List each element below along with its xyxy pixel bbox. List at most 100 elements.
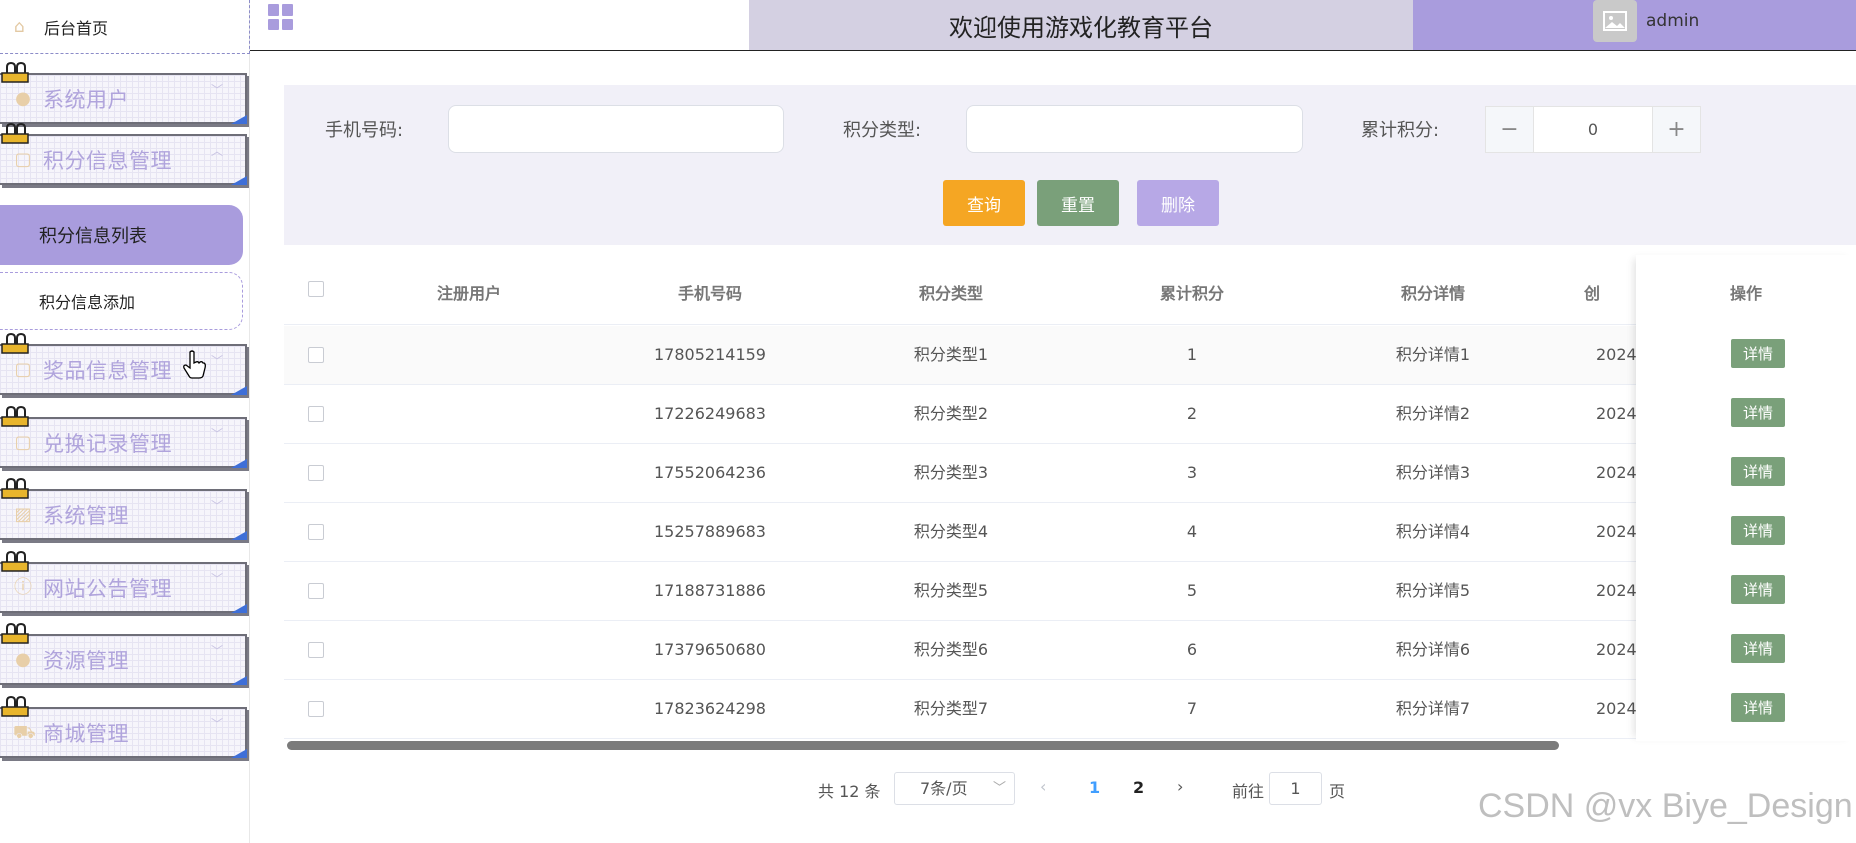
user-icon: ●	[15, 87, 31, 109]
corner-decoration	[231, 115, 247, 124]
menu-card[interactable]: ⓘ 网站公告管理 ﹀	[0, 562, 247, 613]
points-table: 注册用户 手机号码 积分类型 累计积分 积分详情 创 17805214159 积…	[284, 262, 1856, 742]
detail-button[interactable]: 详情	[1731, 457, 1785, 486]
detail-button[interactable]: 详情	[1731, 634, 1785, 663]
sidebar-group-prizes[interactable]: ▢ 奖品信息管理 ﹀	[0, 333, 248, 395]
image-placeholder-icon	[1603, 11, 1627, 31]
sidebar-group-resources[interactable]: ● 资源管理 ﹀	[0, 623, 248, 685]
menu-card[interactable]: ▢ 兑换记录管理 ﹀	[0, 417, 247, 468]
reset-button[interactable]: 重置	[1037, 180, 1119, 226]
type-input[interactable]	[966, 105, 1303, 153]
chevron-up-icon: ︿	[210, 144, 223, 158]
row-checkbox[interactable]	[308, 406, 324, 422]
user-menu[interactable]: admin	[1413, 0, 1856, 50]
phone-input[interactable]	[448, 105, 784, 153]
menu-toggle-icon[interactable]	[268, 4, 294, 30]
document-icon: ▢	[14, 431, 32, 453]
column-header: 累计积分	[1159, 284, 1224, 303]
page-title: 欢迎使用游戏化教育平台	[749, 0, 1413, 50]
row-checkbox[interactable]	[308, 524, 324, 540]
sidebar-group-label: 奖品信息管理	[43, 358, 172, 383]
corner-decoration	[231, 676, 247, 685]
username: admin	[1646, 11, 1700, 31]
sidebar-item-home[interactable]: ⌂ 后台首页	[0, 0, 250, 54]
table-row: 17226249683 积分类型2 2 积分详情2 2024-	[284, 385, 1856, 444]
cell-total: 2	[1186, 404, 1198, 423]
total-label: 累计积分:	[1361, 120, 1440, 141]
menu-card[interactable]: ● 资源管理 ﹀	[0, 634, 247, 685]
pagination: 共 12 条 7条/页 ﹀ ‹ 1 2 › 前往 1 页	[815, 770, 1375, 806]
cell-type: 积分类型6	[913, 640, 989, 659]
page-1[interactable]: 1	[1089, 778, 1100, 797]
cell-detail: 积分详情4	[1395, 522, 1471, 541]
cell-type: 积分类型5	[913, 581, 989, 600]
cell-detail: 积分详情6	[1395, 640, 1471, 659]
chevron-down-icon: ﹀	[992, 781, 1006, 796]
sidebar-group-system-users[interactable]: ● 系统用户 ﹀	[0, 62, 248, 124]
detail-button[interactable]: 详情	[1731, 398, 1785, 427]
sidebar-group-points[interactable]: ▢ 积分信息管理 ︿	[0, 123, 248, 185]
menu-card[interactable]: ● 系统用户 ﹀	[0, 73, 247, 124]
goto-page-input[interactable]: 1	[1269, 772, 1322, 805]
row-checkbox[interactable]	[308, 701, 324, 717]
page-unit-label: 页	[1329, 782, 1346, 801]
cell-user	[394, 680, 544, 738]
bulb-icon: ●	[15, 648, 31, 670]
detail-button[interactable]: 详情	[1731, 693, 1785, 722]
cell-type: 积分类型3	[913, 463, 989, 482]
cell-detail: 积分详情5	[1395, 581, 1471, 600]
sidebar-subitem-points-add[interactable]: 积分信息添加	[0, 272, 243, 330]
table-row: 15257889683 积分类型4 4 积分详情4 2024-	[284, 503, 1856, 562]
row-checkbox[interactable]	[308, 583, 324, 599]
menu-card[interactable]: ▢ 奖品信息管理 ﹀	[0, 344, 247, 395]
select-all-checkbox[interactable]	[308, 281, 324, 297]
image-icon: ▨	[14, 503, 32, 525]
cell-type: 积分类型4	[913, 522, 989, 541]
sidebar-group-notices[interactable]: ⓘ 网站公告管理 ﹀	[0, 551, 248, 613]
decrement-button[interactable]: −	[1486, 107, 1533, 152]
stepper-value[interactable]: 0	[1533, 107, 1653, 152]
cell-total: 3	[1186, 463, 1198, 482]
table-row: 17379650680 积分类型6 6 积分详情6 2024-	[284, 621, 1856, 680]
type-label: 积分类型:	[843, 120, 922, 141]
next-page-icon[interactable]: ›	[1177, 777, 1183, 796]
column-header-actions: 操作	[1729, 284, 1762, 303]
row-checkbox[interactable]	[308, 465, 324, 481]
query-button[interactable]: 查询	[943, 180, 1025, 226]
cell-total: 5	[1186, 581, 1198, 600]
binder-clip-icon	[1, 62, 29, 83]
binder-clip-icon	[1, 551, 29, 572]
page-size-select[interactable]: 7条/页 ﹀	[894, 772, 1015, 805]
cell-phone: 15257889683	[654, 522, 766, 541]
menu-card[interactable]: ⛟ 商城管理 ﹀	[0, 707, 247, 758]
chevron-down-icon: ﹀	[210, 354, 223, 368]
sidebar-subitem-points-list[interactable]: 积分信息列表	[0, 205, 243, 265]
prev-page-icon[interactable]: ‹	[1040, 777, 1046, 796]
cell-total: 7	[1186, 699, 1198, 718]
chevron-down-icon: ﹀	[210, 717, 223, 731]
detail-button[interactable]: 详情	[1731, 339, 1785, 368]
row-checkbox[interactable]	[308, 347, 324, 363]
sidebar-group-exchange[interactable]: ▢ 兑换记录管理 ﹀	[0, 406, 248, 468]
sidebar-group-label: 资源管理	[43, 648, 129, 673]
sidebar-group-shop[interactable]: ⛟ 商城管理 ﹀	[0, 696, 248, 758]
cell-user	[394, 562, 544, 620]
cell-user	[394, 444, 544, 502]
top-header: 欢迎使用游戏化教育平台 admin	[250, 0, 1856, 51]
row-checkbox[interactable]	[308, 642, 324, 658]
horizontal-scrollbar[interactable]	[287, 741, 1559, 750]
detail-button[interactable]: 详情	[1731, 516, 1785, 545]
actions-column: 操作 详情 详情 详情 详情 详情 详情 详情	[1636, 255, 1856, 741]
menu-card[interactable]: ▢ 积分信息管理 ︿	[0, 134, 247, 185]
avatar[interactable]	[1593, 0, 1637, 42]
delete-button[interactable]: 删除	[1137, 180, 1219, 226]
increment-button[interactable]: +	[1653, 107, 1700, 152]
detail-button[interactable]: 详情	[1731, 575, 1785, 604]
chevron-down-icon: ﹀	[210, 572, 223, 586]
column-header: 积分类型	[918, 284, 983, 303]
page-2[interactable]: 2	[1133, 778, 1144, 797]
sidebar-group-system[interactable]: ▨ 系统管理 ﹀	[0, 478, 248, 540]
table-row: 17552064236 积分类型3 3 积分详情3 2024-	[284, 444, 1856, 503]
menu-card[interactable]: ▨ 系统管理 ﹀	[0, 489, 247, 540]
cell-phone: 17188731886	[654, 581, 766, 600]
